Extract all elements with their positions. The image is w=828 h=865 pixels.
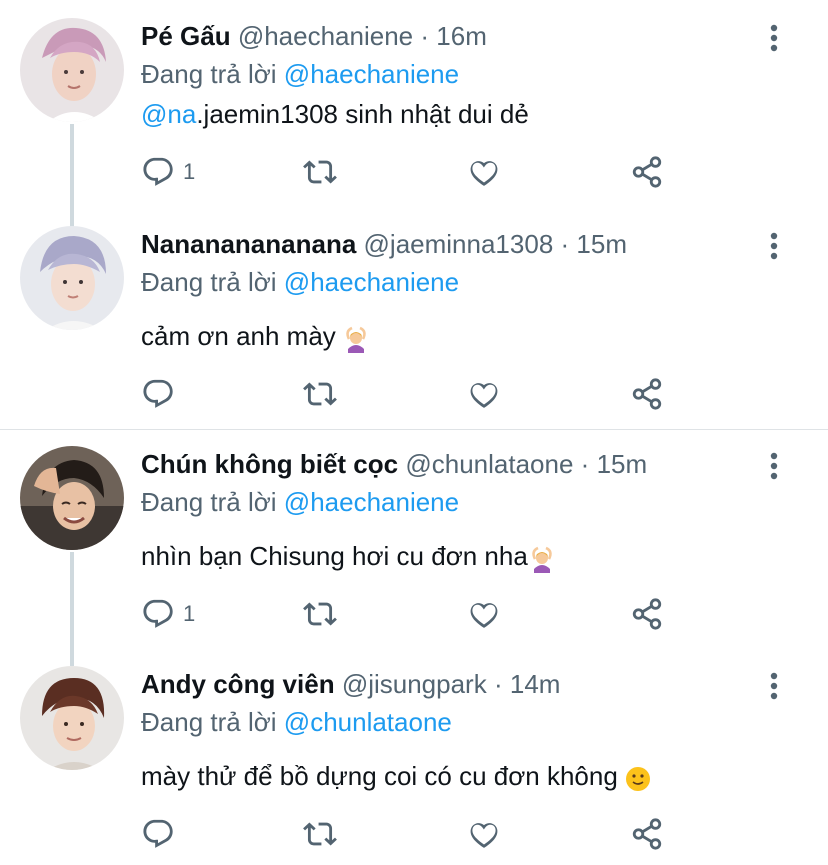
reply-count: 1 bbox=[183, 159, 196, 184]
tweet-text: mày thử để bồ dựng coi có cu đơn không bbox=[141, 756, 652, 796]
reply-to-link[interactable]: @haechaniene bbox=[284, 487, 459, 517]
tweet-text-body: cảm ơn anh mày bbox=[141, 321, 336, 351]
display-name[interactable]: Andy công viên bbox=[141, 669, 335, 699]
avatar[interactable] bbox=[20, 666, 124, 770]
like-icon bbox=[470, 161, 498, 186]
more-icon[interactable] bbox=[762, 668, 786, 704]
share-button[interactable] bbox=[630, 594, 664, 634]
avatar[interactable] bbox=[20, 18, 124, 122]
user-handle[interactable]: @jisungpark bbox=[342, 669, 487, 699]
reply-button[interactable] bbox=[141, 374, 183, 414]
tweet-header: Andy công viên @jisungpark · 14m bbox=[141, 664, 560, 704]
avatar[interactable] bbox=[20, 446, 124, 550]
retweet-icon bbox=[303, 160, 337, 184]
replying-label: Đang trả lời bbox=[141, 267, 277, 297]
user-handle[interactable]: @chunlataone bbox=[405, 449, 573, 479]
like-button[interactable] bbox=[467, 814, 501, 854]
share-button[interactable] bbox=[630, 814, 664, 854]
share-button[interactable] bbox=[630, 152, 664, 192]
replying-to: Đang trả lời @haechaniene bbox=[141, 54, 459, 94]
tweet-header: Nanananananana @jaeminna1308 · 15m bbox=[141, 224, 627, 264]
replying-label: Đang trả lời bbox=[141, 59, 277, 89]
retweet-button[interactable] bbox=[303, 814, 337, 854]
share-icon bbox=[632, 598, 662, 630]
display-name[interactable]: Pé Gấu bbox=[141, 21, 231, 51]
user-handle[interactable]: @haechaniene bbox=[238, 21, 413, 51]
retweet-icon bbox=[303, 602, 337, 626]
separator-dot: · bbox=[420, 21, 430, 51]
tweet[interactable]: Chún không biết cọc @chunlataone · 15m Đ… bbox=[0, 444, 828, 644]
user-handle[interactable]: @jaeminna1308 bbox=[364, 229, 554, 259]
more-icon[interactable] bbox=[762, 228, 786, 264]
retweet-button[interactable] bbox=[303, 152, 337, 192]
like-button[interactable] bbox=[467, 152, 501, 192]
more-icon[interactable] bbox=[762, 448, 786, 484]
reply-to-link[interactable]: @chunlataone bbox=[284, 707, 452, 737]
mention-link[interactable]: @na bbox=[141, 99, 196, 129]
tweet[interactable]: Andy công viên @jisungpark · 14m Đang tr… bbox=[0, 664, 828, 864]
person-gesturing-ok-emoji bbox=[528, 544, 556, 574]
retweet-button[interactable] bbox=[303, 374, 337, 414]
timestamp[interactable]: 15m bbox=[597, 449, 648, 479]
tweet[interactable]: Nanananananana @jaeminna1308 · 15m Đang … bbox=[0, 224, 828, 424]
timestamp[interactable]: 14m bbox=[510, 669, 561, 699]
separator-dot: · bbox=[580, 449, 590, 479]
tweet-text: nhìn bạn Chisung hơi cu đơn nha bbox=[141, 536, 556, 576]
tweet-actions bbox=[141, 374, 681, 414]
slightly-smiling-face-emoji bbox=[624, 764, 652, 792]
replying-to: Đang trả lời @chunlataone bbox=[141, 702, 452, 742]
more-icon[interactable] bbox=[762, 20, 786, 56]
like-button[interactable] bbox=[467, 594, 501, 634]
replying-to: Đang trả lời @haechaniene bbox=[141, 482, 459, 522]
reply-icon bbox=[143, 819, 173, 848]
reply-button[interactable]: 1 bbox=[141, 152, 195, 192]
like-icon bbox=[470, 383, 498, 408]
reply-count: 1 bbox=[183, 601, 196, 626]
share-icon bbox=[632, 156, 662, 188]
share-icon bbox=[632, 378, 662, 410]
tweet-text: cảm ơn anh mày bbox=[141, 316, 370, 356]
retweet-icon bbox=[303, 382, 337, 406]
like-icon bbox=[470, 823, 498, 848]
reply-icon bbox=[143, 379, 173, 408]
display-name[interactable]: Chún không biết cọc bbox=[141, 449, 398, 479]
retweet-icon bbox=[303, 822, 337, 846]
reply-button[interactable] bbox=[141, 814, 183, 854]
tweet-actions: 1 bbox=[141, 152, 681, 192]
tweet-actions bbox=[141, 814, 681, 854]
person-gesturing-ok-emoji bbox=[342, 324, 370, 354]
tweet-header: Pé Gấu @haechaniene · 16m bbox=[141, 16, 487, 56]
timestamp[interactable]: 16m bbox=[436, 21, 487, 51]
tweet-text-body: nhìn bạn Chisung hơi cu đơn nha bbox=[141, 541, 528, 571]
timestamp[interactable]: 15m bbox=[576, 229, 627, 259]
display-name[interactable]: Nanananananana bbox=[141, 229, 356, 259]
replying-to: Đang trả lời @haechaniene bbox=[141, 262, 459, 302]
separator-dot: · bbox=[560, 229, 570, 259]
tweet-actions: 1 bbox=[141, 594, 681, 634]
avatar[interactable] bbox=[20, 226, 124, 330]
reply-button[interactable]: 1 bbox=[141, 594, 195, 634]
reply-icon bbox=[143, 599, 173, 628]
reply-to-link[interactable]: @haechaniene bbox=[284, 267, 459, 297]
like-icon bbox=[470, 603, 498, 628]
tweet-text-body: mày thử để bồ dựng coi có cu đơn không bbox=[141, 761, 618, 791]
retweet-button[interactable] bbox=[303, 594, 337, 634]
replying-label: Đang trả lời bbox=[141, 487, 277, 517]
replying-label: Đang trả lời bbox=[141, 707, 277, 737]
tweet-text-body: .jaemin1308 sinh nhật dui dẻ bbox=[196, 99, 529, 129]
share-button[interactable] bbox=[630, 374, 664, 414]
tweet-header: Chún không biết cọc @chunlataone · 15m bbox=[141, 444, 647, 484]
separator-dot: · bbox=[493, 669, 503, 699]
reply-icon bbox=[143, 157, 173, 186]
like-button[interactable] bbox=[467, 374, 501, 414]
conversation-divider bbox=[0, 429, 828, 430]
tweet-text: @na.jaemin1308 sinh nhật dui dẻ bbox=[141, 94, 529, 134]
share-icon bbox=[632, 818, 662, 850]
reply-to-link[interactable]: @haechaniene bbox=[284, 59, 459, 89]
tweet[interactable]: Pé Gấu @haechaniene · 16m Đang trả lời @… bbox=[0, 16, 828, 206]
